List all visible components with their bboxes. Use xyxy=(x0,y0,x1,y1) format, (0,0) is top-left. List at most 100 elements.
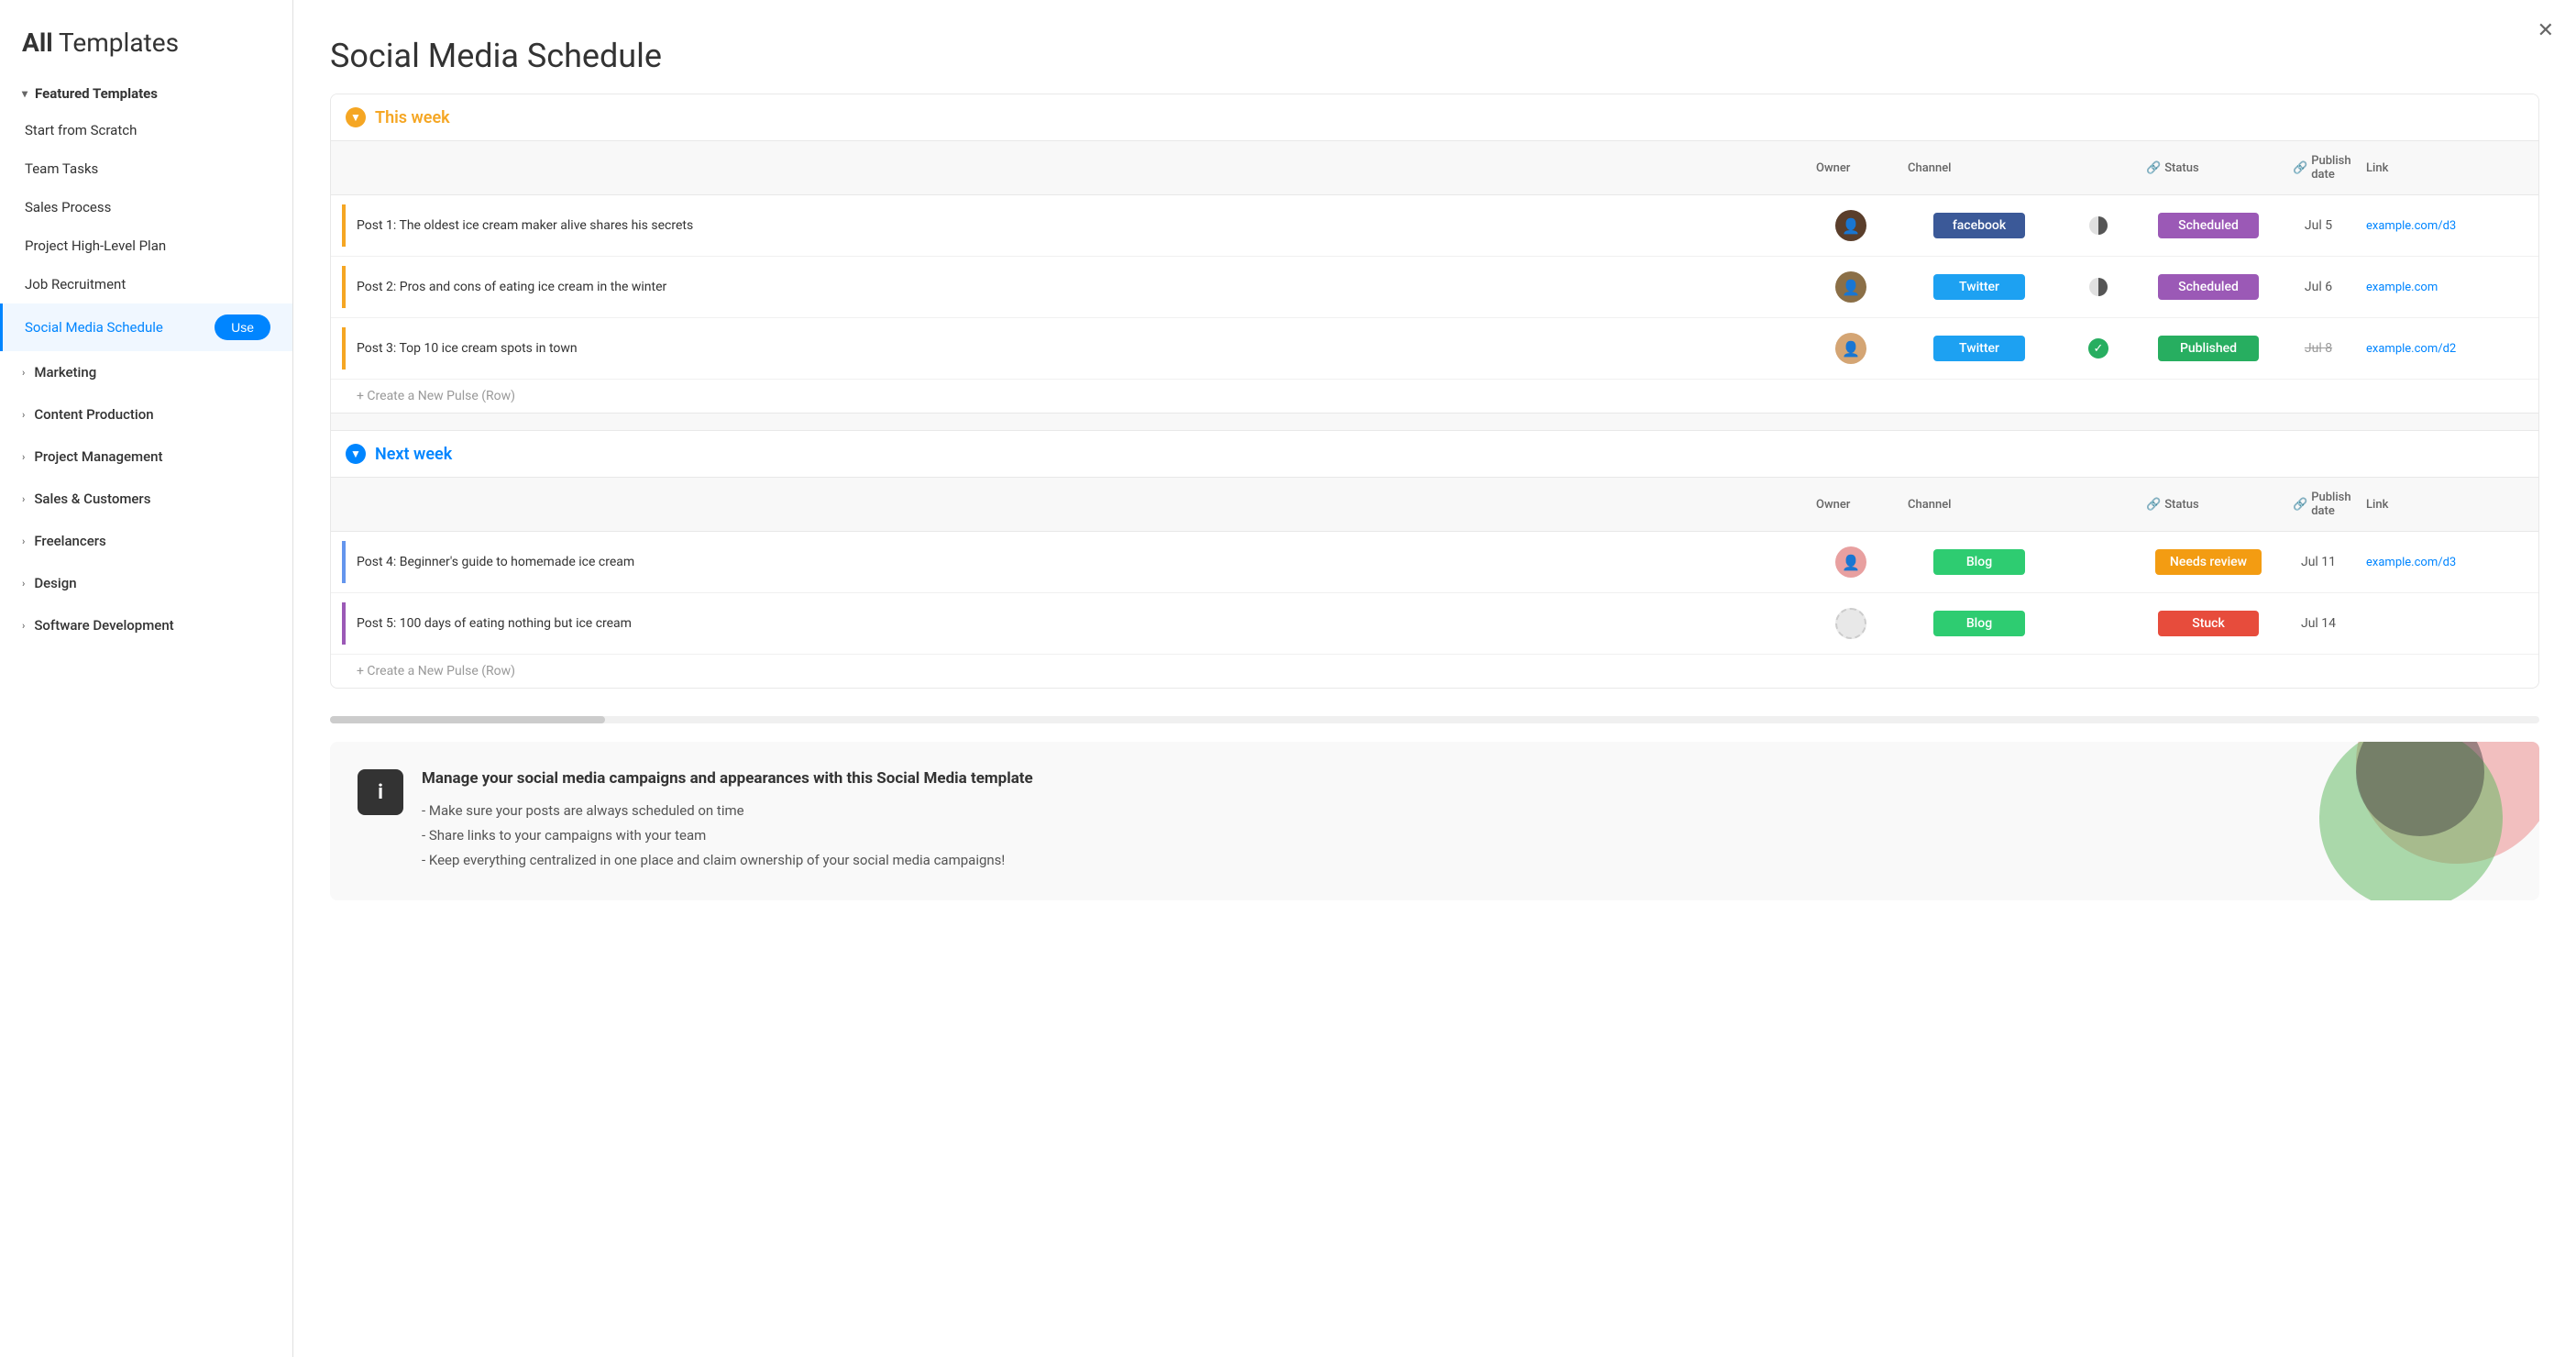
row-name: Post 3: Top 10 ice cream spots in town xyxy=(331,318,1805,379)
owner-cell: 👤 xyxy=(1805,543,1897,581)
close-button[interactable]: ✕ xyxy=(2537,18,2554,42)
status-cell: Published xyxy=(2135,332,2282,365)
chevron-right-icon: › xyxy=(22,578,25,590)
col-publish-date: 🔗 Publish date xyxy=(2282,485,2355,524)
row-bar xyxy=(342,541,346,583)
chevron-right-icon: › xyxy=(22,493,25,505)
col-indicator xyxy=(2062,485,2135,524)
channel-cell: Twitter xyxy=(1897,332,2062,365)
scroll-indicator[interactable] xyxy=(330,716,2539,723)
row-bar xyxy=(342,327,346,370)
use-button[interactable]: Use xyxy=(215,314,270,340)
group-next-week-header[interactable]: ▼ Next week xyxy=(331,431,2538,477)
col-status: 🔗 Status xyxy=(2135,485,2282,524)
sidebar-item-team-tasks[interactable]: Team Tasks xyxy=(0,149,292,188)
date-cell: Jul 5 xyxy=(2282,215,2355,237)
info-content: Manage your social media campaigns and a… xyxy=(422,769,2512,873)
featured-templates-header[interactable]: ▾ Featured Templates xyxy=(0,76,292,111)
col-channel: Channel xyxy=(1897,485,2062,524)
status-cell: Stuck xyxy=(2135,607,2282,640)
info-bullet-3: - Keep everything centralized in one pla… xyxy=(422,848,2512,873)
table-row: Post 3: Top 10 ice cream spots in town 👤… xyxy=(331,318,2538,380)
status-tag: Stuck xyxy=(2158,611,2259,636)
create-row-week1[interactable]: + Create a New Pulse (Row) xyxy=(331,380,2538,413)
template-preview: ▼ This week Owner Channel 🔗 Status 🔗 Pub… xyxy=(330,94,2539,689)
date-cell: Jul 14 xyxy=(2282,612,2355,634)
info-title: Manage your social media campaigns and a… xyxy=(422,769,2512,788)
channel-cell: Blog xyxy=(1897,607,2062,640)
page-title: Social Media Schedule xyxy=(293,0,2576,94)
featured-templates-label: Featured Templates xyxy=(35,85,158,102)
sidebar-item-job-recruitment[interactable]: Job Recruitment xyxy=(0,265,292,303)
avatar-empty xyxy=(1835,608,1866,639)
status-tag: Scheduled xyxy=(2158,274,2259,300)
chevron-right-icon: › xyxy=(22,535,25,547)
chevron-right-icon: › xyxy=(22,409,25,421)
col-name xyxy=(331,485,1805,524)
sidebar-item-start-scratch[interactable]: Start from Scratch xyxy=(0,111,292,149)
row-name: Post 5: 100 days of eating nothing but i… xyxy=(331,593,1805,654)
group-this-week-title: This week xyxy=(375,108,450,127)
link-icon-date: 🔗 xyxy=(2293,161,2307,175)
status-indicator-cell xyxy=(2062,620,2135,627)
col-channel: Channel xyxy=(1897,149,2062,187)
sidebar-category-marketing[interactable]: › Marketing xyxy=(0,351,292,393)
column-headers-week1: Owner Channel 🔗 Status 🔗 Publish date Li… xyxy=(331,140,2538,195)
link-cell[interactable]: example.com/d3 xyxy=(2355,552,2538,573)
table-row: Post 4: Beginner's guide to homemade ice… xyxy=(331,532,2538,593)
row-bar xyxy=(342,204,346,247)
group-next-week-title: Next week xyxy=(375,445,452,464)
group-this-week-header[interactable]: ▼ This week xyxy=(331,94,2538,140)
link-cell[interactable] xyxy=(2355,620,2538,627)
row-name: Post 1: The oldest ice cream maker alive… xyxy=(331,195,1805,256)
sidebar-category-content-production[interactable]: › Content Production xyxy=(0,393,292,436)
table-row: Post 2: Pros and cons of eating ice crea… xyxy=(331,257,2538,318)
status-tag: Published xyxy=(2158,336,2259,361)
group-collapse-icon: ▼ xyxy=(346,107,366,127)
sidebar-category-freelancers[interactable]: › Freelancers xyxy=(0,520,292,562)
group-divider xyxy=(331,413,2538,431)
link-cell[interactable]: example.com/d2 xyxy=(2355,338,2538,359)
sidebar-item-project-plan[interactable]: Project High-Level Plan xyxy=(0,226,292,265)
avatar: 👤 xyxy=(1835,271,1866,303)
create-row-week2[interactable]: + Create a New Pulse (Row) xyxy=(331,655,2538,688)
owner-cell: 👤 xyxy=(1805,206,1897,245)
chevron-right-icon: › xyxy=(22,620,25,632)
channel-tag: facebook xyxy=(1933,213,2025,238)
date-cell: Jul 6 xyxy=(2282,276,2355,298)
channel-cell: Blog xyxy=(1897,546,2062,579)
sidebar-category-design[interactable]: › Design xyxy=(0,562,292,604)
info-bullet-2: - Share links to your campaigns with you… xyxy=(422,823,2512,848)
half-circle-icon xyxy=(2088,215,2108,236)
row-bar xyxy=(342,602,346,645)
sidebar-title: All Templates xyxy=(0,18,292,76)
scroll-bar xyxy=(330,716,605,723)
channel-tag: Blog xyxy=(1933,611,2025,636)
link-cell[interactable]: example.com xyxy=(2355,277,2538,298)
sidebar-item-sales-process[interactable]: Sales Process xyxy=(0,188,292,226)
row-name: Post 4: Beginner's guide to homemade ice… xyxy=(331,532,1805,592)
main-content: ✕ Social Media Schedule ▼ This week Owne… xyxy=(293,0,2576,1357)
status-indicator-cell xyxy=(2062,273,2135,301)
sidebar: All Templates ▾ Featured Templates Start… xyxy=(0,0,293,1357)
sidebar-category-software-dev[interactable]: › Software Development xyxy=(0,604,292,646)
status-cell: Needs review xyxy=(2135,546,2282,579)
avatar: 👤 xyxy=(1835,546,1866,578)
sidebar-category-sales-customers[interactable]: › Sales & Customers xyxy=(0,478,292,520)
link-cell[interactable]: example.com/d3 xyxy=(2355,215,2538,237)
channel-cell: facebook xyxy=(1897,209,2062,242)
chevron-down-icon: ▾ xyxy=(22,87,28,100)
channel-tag: Blog xyxy=(1933,549,2025,575)
sidebar-title-bold: All xyxy=(22,28,53,58)
status-cell: Scheduled xyxy=(2135,270,2282,303)
col-owner: Owner xyxy=(1805,485,1897,524)
col-indicator xyxy=(2062,149,2135,187)
sidebar-item-social-media[interactable]: Social Media Schedule Use xyxy=(0,303,292,351)
chevron-right-icon: › xyxy=(22,451,25,463)
date-cell: Jul 8 xyxy=(2282,337,2355,359)
sidebar-category-project-management[interactable]: › Project Management xyxy=(0,436,292,478)
status-tag: Needs review xyxy=(2155,549,2262,575)
status-cell: Scheduled xyxy=(2135,209,2282,242)
status-tag: Scheduled xyxy=(2158,213,2259,238)
link-icon: 🔗 xyxy=(2146,161,2161,175)
